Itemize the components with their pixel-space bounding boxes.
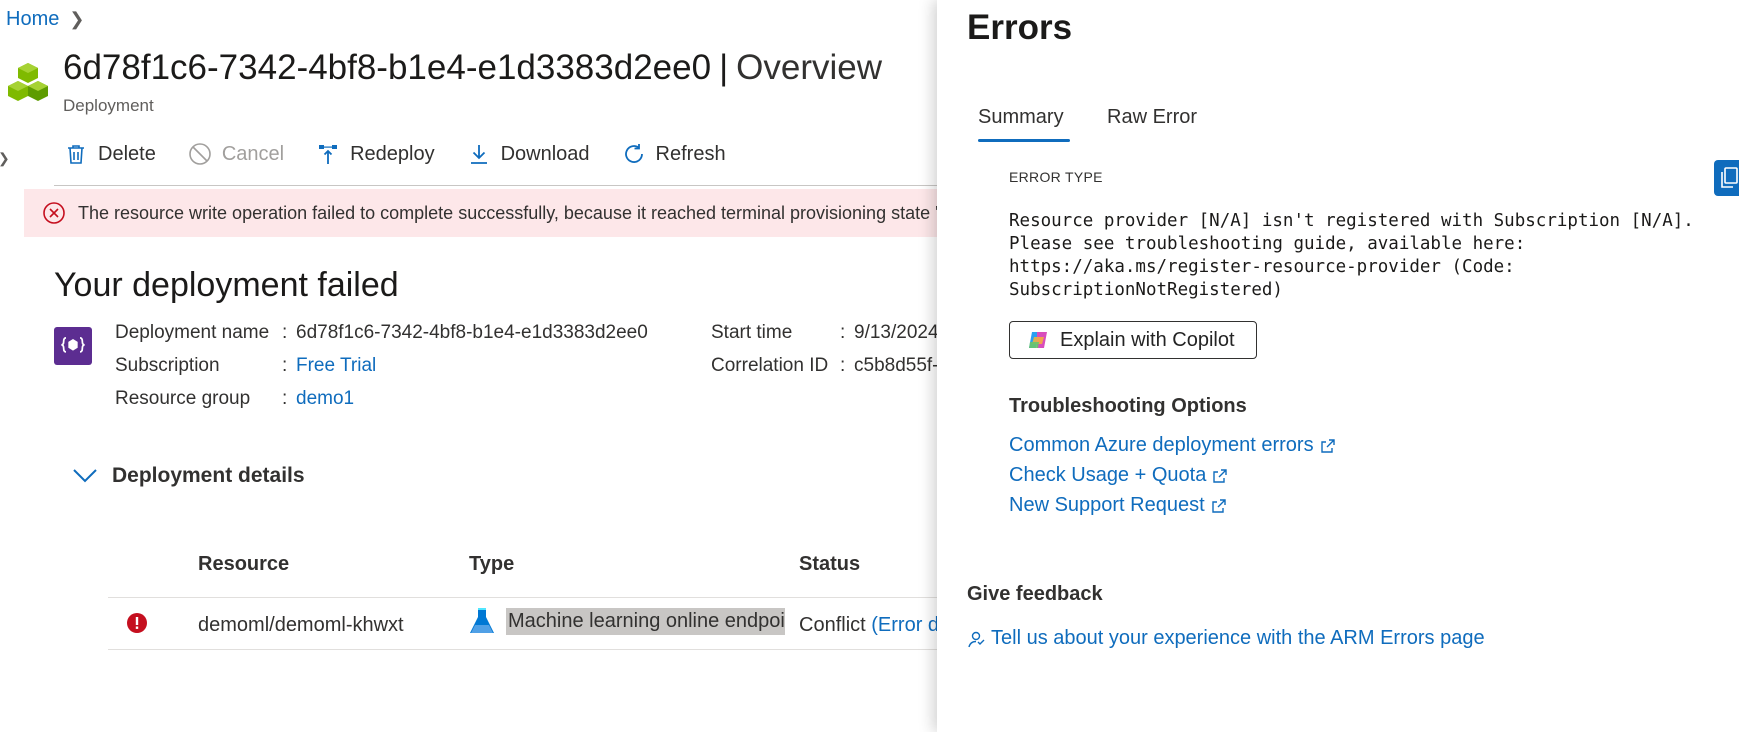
start-time-label: Start time xyxy=(711,322,793,343)
common-errors-label: Common Azure deployment errors xyxy=(1009,434,1314,456)
download-icon xyxy=(470,145,487,164)
copilot-icon xyxy=(1029,332,1047,348)
errors-panel: Errors Summary Raw Error ERROR TYPE Reso… xyxy=(937,0,1739,732)
deployment-details-label: Deployment details xyxy=(112,464,305,487)
column-header-resource[interactable]: Resource xyxy=(198,553,289,576)
cancel-button[interactable]: Cancel xyxy=(188,142,284,166)
download-button[interactable]: Download xyxy=(467,142,590,166)
resource-group-label: Resource group xyxy=(115,388,251,409)
external-link-icon xyxy=(1213,468,1228,483)
type-cell: Machine learning online endpoint xyxy=(468,606,785,636)
section-name: Overview xyxy=(736,48,883,87)
error-message: Resource provider [N/A] isn't registered… xyxy=(1009,211,1694,300)
page-subtitle: Deployment xyxy=(63,96,154,115)
external-link-icon xyxy=(1211,498,1226,513)
active-tab-indicator xyxy=(978,139,1070,142)
copy-icon xyxy=(1721,167,1738,188)
tab-summary[interactable]: Summary xyxy=(978,106,1064,129)
refresh-button[interactable]: Refresh xyxy=(622,142,726,166)
correlation-id-label: Correlation ID xyxy=(711,355,829,376)
troubleshooting-title: Troubleshooting Options xyxy=(1009,395,1247,417)
deployment-id: 6d78f1c6-7342-4bf8-b1e4-e1d3383d2ee0 xyxy=(63,48,712,87)
table-divider xyxy=(108,649,948,650)
common-errors-link[interactable]: Common Azure deployment errors xyxy=(1009,434,1336,457)
feedback-link[interactable]: Tell us about your experience with the A… xyxy=(967,627,1485,650)
download-label: Download xyxy=(500,142,590,165)
correlation-id-value: c5b8d55f- xyxy=(854,355,939,376)
support-request-link[interactable]: New Support Request xyxy=(1009,494,1227,517)
breadcrumb-home-link[interactable]: Home xyxy=(6,8,59,31)
chevron-right-icon: ❯ xyxy=(69,9,85,29)
deployment-template-icon xyxy=(54,327,92,365)
cube-cluster-icon xyxy=(8,63,48,101)
expand-menu-icon[interactable]: ❯ xyxy=(0,150,10,167)
colon: : xyxy=(840,322,846,343)
copilot-button-label: Explain with Copilot xyxy=(1060,328,1235,351)
status-text: Conflict xyxy=(799,614,866,636)
colon: : xyxy=(840,355,846,376)
column-header-type[interactable]: Type xyxy=(469,553,514,576)
deployment-name-label: Deployment name xyxy=(115,322,270,343)
resource-group-link[interactable]: demo1 xyxy=(296,388,354,410)
deployment-name-value: 6d78f1c6-7342-4bf8-b1e4-e1d3383d2ee0 xyxy=(296,322,648,343)
colon: : xyxy=(282,355,288,376)
trash-icon xyxy=(68,145,84,164)
resource-type-text: Machine learning online endpoint xyxy=(506,607,785,635)
deployment-details-toggle[interactable]: Deployment details xyxy=(72,464,305,488)
cancel-label: Cancel xyxy=(221,142,285,165)
table-divider xyxy=(108,597,948,598)
delete-label: Delete xyxy=(98,142,156,165)
subscription-label: Subscription xyxy=(115,355,220,376)
status-cell: Conflict (Error de xyxy=(799,614,950,637)
error-circle-icon xyxy=(43,202,65,224)
page-title: 6d78f1c6-7342-4bf8-b1e4-e1d3383d2ee0 | Ove… xyxy=(63,48,882,88)
command-bar: Delete Cancel Redeploy Download Refresh xyxy=(64,142,758,166)
tab-raw-error[interactable]: Raw Error xyxy=(1107,106,1197,129)
resource-name-cell: demoml/demoml-khwxt xyxy=(198,614,404,636)
redeploy-button[interactable]: Redeploy xyxy=(316,142,435,166)
usage-quota-label: Check Usage + Quota xyxy=(1009,464,1207,486)
panel-title: Errors xyxy=(967,8,1073,47)
refresh-icon xyxy=(624,144,643,163)
toolbar-divider xyxy=(54,185,954,186)
explain-with-copilot-button[interactable]: Explain with Copilot xyxy=(1009,321,1257,359)
colon: : xyxy=(282,322,288,343)
start-time-value: 9/13/2024 xyxy=(854,322,939,343)
error-bar-text: The resource write operation failed to c… xyxy=(78,202,939,223)
exclamation-icon xyxy=(127,613,147,633)
breadcrumb: Home ❯ xyxy=(6,8,84,31)
feedback-icon xyxy=(968,631,985,647)
delete-button[interactable]: Delete xyxy=(64,142,156,166)
colon: : xyxy=(282,388,288,409)
flask-icon xyxy=(470,608,494,633)
cancel-icon xyxy=(189,143,211,165)
deployment-status-heading: Your deployment failed xyxy=(54,266,399,304)
title-separator: | xyxy=(719,48,729,87)
redeploy-icon xyxy=(319,145,338,164)
refresh-label: Refresh xyxy=(655,142,726,165)
column-header-status[interactable]: Status xyxy=(799,553,860,576)
feedback-title: Give feedback xyxy=(967,583,1103,605)
subscription-link[interactable]: Free Trial xyxy=(296,355,376,377)
external-link-icon xyxy=(1320,438,1335,453)
support-request-label: New Support Request xyxy=(1009,494,1205,516)
copy-button[interactable] xyxy=(1714,160,1739,196)
usage-quota-link[interactable]: Check Usage + Quota xyxy=(1009,464,1228,487)
chevron-down-icon xyxy=(73,469,97,483)
error-notification-bar[interactable]: The resource write operation failed to c… xyxy=(24,189,944,237)
error-type-label: ERROR TYPE xyxy=(1009,169,1103,185)
redeploy-label: Redeploy xyxy=(350,142,435,165)
feedback-link-label: Tell us about your experience with the A… xyxy=(991,627,1485,649)
